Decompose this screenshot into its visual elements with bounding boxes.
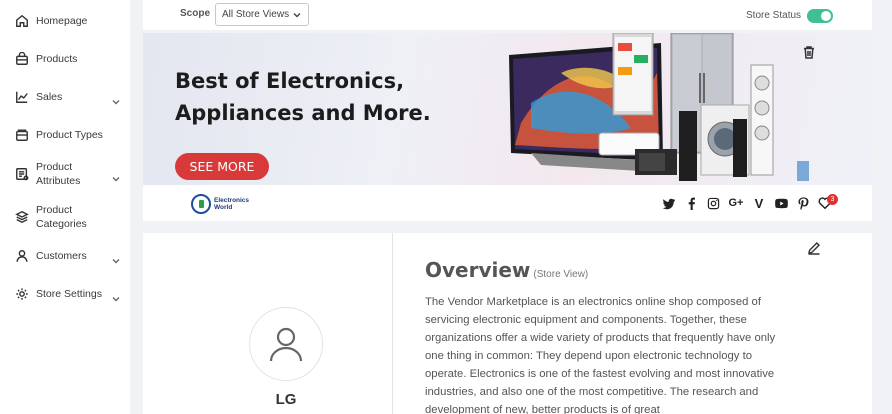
- overview-title: Overview: [425, 258, 531, 282]
- sidebar-item-label: Product Attributes: [36, 161, 81, 187]
- user-icon: [269, 327, 303, 362]
- store-status-label: Store Status: [746, 10, 802, 21]
- brand-logo-text: Electronics World: [214, 197, 249, 211]
- brand-logo-line1: Electronics: [214, 197, 250, 204]
- chevron-down-icon: [293, 11, 301, 19]
- wishlist-count-badge: 3: [827, 194, 838, 205]
- sidebar-item-product-categories[interactable]: Product Categories: [0, 203, 130, 231]
- pinterest-icon[interactable]: [796, 196, 810, 210]
- social-links: G+ V 3: [662, 194, 838, 211]
- store-name: LG: [275, 391, 297, 408]
- scope-label: Scope: [180, 8, 211, 19]
- sidebar-item-label: Customers: [36, 250, 87, 262]
- brand-logo: Electronics World: [191, 193, 261, 215]
- sidebar-item-label: Product Categories: [36, 204, 87, 230]
- chevron-down-icon: [112, 252, 120, 264]
- scope-value: All Store Views: [222, 9, 290, 20]
- chevron-down-icon: [112, 290, 120, 302]
- sidebar-item-homepage[interactable]: Homepage: [0, 14, 130, 28]
- trash-icon: [804, 46, 814, 59]
- topbar: Scope All Store Views Store Status: [143, 0, 872, 30]
- google-plus-icon[interactable]: G+: [728, 196, 744, 210]
- toggle-knob: [821, 11, 831, 21]
- appliances-image: [509, 33, 809, 181]
- settings-icon: [15, 287, 29, 301]
- home-icon: [15, 14, 29, 28]
- divider: [392, 233, 393, 414]
- banner-headline-line1: Best of Electronics,: [175, 69, 405, 93]
- banner-headline-line2: Appliances and More.: [175, 101, 431, 125]
- brand-logo-mark: [191, 194, 211, 214]
- sidebar-item-products[interactable]: Products: [0, 52, 130, 66]
- overview-heading: Overview (Store View): [425, 258, 588, 282]
- sidebar: Homepage Products Sales Product Types Pr…: [0, 0, 130, 414]
- overview-scope: (Store View): [533, 269, 589, 280]
- sidebar-item-label: Products: [36, 53, 78, 65]
- sidebar-item-label: Product Types: [36, 129, 103, 141]
- attributes-icon: [15, 167, 29, 181]
- sidebar-item-label: Store Settings: [36, 288, 102, 300]
- see-more-button[interactable]: SEE MORE: [175, 153, 269, 180]
- sidebar-item-label: Sales: [36, 91, 63, 103]
- store-banner: Best of Electronics, Appliances and More…: [143, 33, 872, 185]
- box-icon: [15, 128, 29, 142]
- twitter-icon[interactable]: [662, 196, 676, 210]
- brand-logo-line2: World: [214, 204, 233, 211]
- vimeo-icon[interactable]: V: [752, 196, 766, 211]
- store-avatar: [249, 307, 323, 381]
- store-details-card: LG Overview (Store View) The Vendor Marke…: [143, 233, 872, 414]
- store-info-bar: Electronics World G+ V 3: [143, 185, 872, 221]
- facebook-icon[interactable]: [684, 196, 698, 210]
- user-icon: [15, 249, 29, 263]
- sidebar-item-product-attributes[interactable]: Product Attributes: [0, 160, 130, 188]
- sidebar-item-customers[interactable]: Customers: [0, 249, 130, 264]
- scope-select[interactable]: All Store Views: [215, 3, 309, 26]
- chevron-down-icon: [112, 93, 120, 105]
- bag-icon: [15, 52, 29, 66]
- layers-icon: [15, 210, 29, 224]
- wishlist-button[interactable]: 3: [818, 194, 838, 210]
- youtube-icon[interactable]: [774, 196, 788, 210]
- sidebar-item-product-types[interactable]: Product Types: [0, 128, 130, 142]
- store-status-toggle[interactable]: [807, 9, 833, 23]
- banner-headline: Best of Electronics, Appliances and More…: [175, 65, 475, 129]
- sidebar-item-store-settings[interactable]: Store Settings: [0, 287, 130, 302]
- edit-overview-button[interactable]: [807, 241, 821, 255]
- chevron-down-icon: [112, 170, 120, 182]
- delete-banner-button[interactable]: [802, 45, 816, 59]
- chart-icon: [15, 90, 29, 104]
- sidebar-item-sales[interactable]: Sales: [0, 90, 130, 105]
- pencil-icon: [808, 242, 820, 255]
- instagram-icon[interactable]: [706, 196, 720, 210]
- overview-text: The Vendor Marketplace is an electronics…: [425, 296, 776, 414]
- sidebar-item-label: Homepage: [36, 15, 88, 27]
